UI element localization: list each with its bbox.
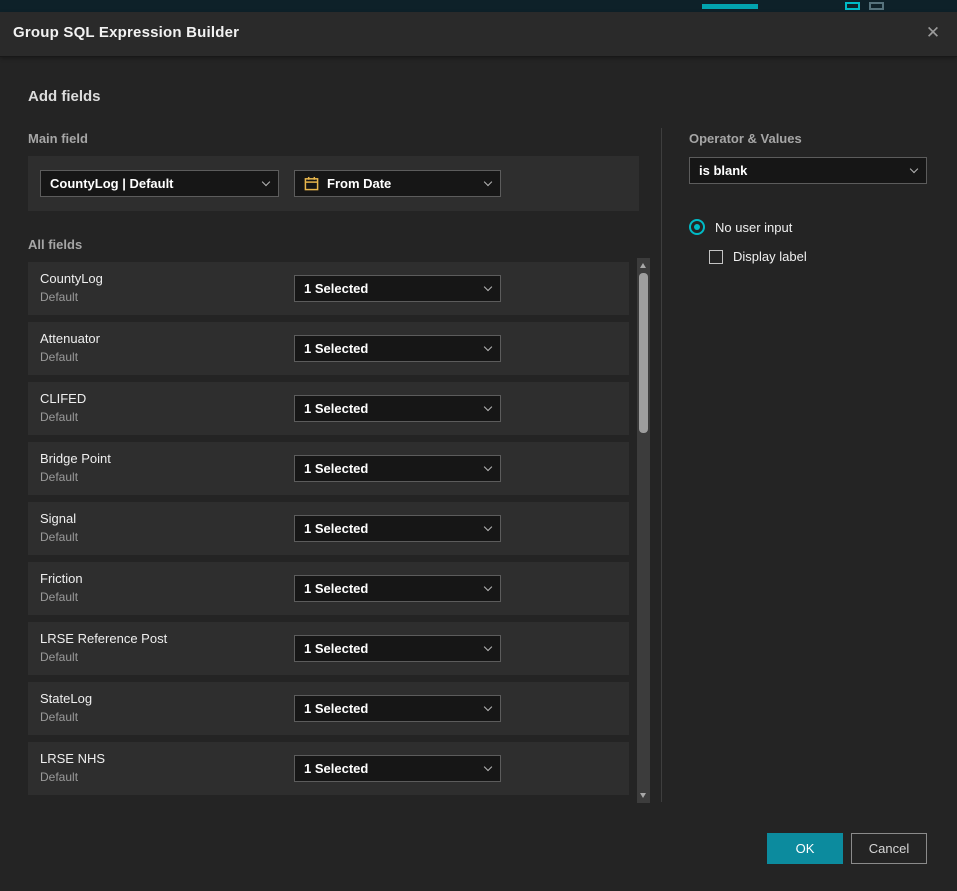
all-fields-heading: All fields <box>28 237 82 252</box>
chevron-down-icon <box>484 762 492 770</box>
field-selection-dropdown[interactable]: 1 Selected <box>294 635 501 662</box>
field-name: Friction <box>40 571 83 586</box>
chevron-down-icon <box>484 282 492 290</box>
field-variant: Default <box>40 770 78 784</box>
app-chrome-accent <box>702 4 758 9</box>
display-label-label: Display label <box>733 249 807 264</box>
chevron-down-icon <box>484 177 492 185</box>
field-name: Attenuator <box>40 331 100 346</box>
chevron-down-icon <box>910 164 918 172</box>
display-label-option[interactable]: Display label <box>709 249 807 264</box>
field-variant: Default <box>40 710 78 724</box>
field-row: CLIFED Default 1 Selected <box>28 382 629 435</box>
field-select-dropdown[interactable]: From Date <box>294 170 501 197</box>
field-variant: Default <box>40 650 78 664</box>
field-name: LRSE Reference Post <box>40 631 167 646</box>
field-selection-dropdown[interactable]: 1 Selected <box>294 695 501 722</box>
field-select-value: From Date <box>327 176 477 191</box>
field-variant: Default <box>40 350 78 364</box>
field-selection-dropdown[interactable]: 1 Selected <box>294 575 501 602</box>
list-scrollbar[interactable] <box>637 258 650 803</box>
field-selection-dropdown[interactable]: 1 Selected <box>294 755 501 782</box>
field-row: LRSE Reference Post Default 1 Selected <box>28 622 629 675</box>
main-field-heading: Main field <box>28 131 88 146</box>
field-name: Signal <box>40 511 76 526</box>
field-selection-dropdown[interactable]: 1 Selected <box>294 275 501 302</box>
panel-divider <box>661 128 662 802</box>
field-selection-value: 1 Selected <box>304 341 477 356</box>
chevron-down-icon <box>484 522 492 530</box>
no-user-input-label: No user input <box>715 220 792 235</box>
checkbox-unchecked-icon[interactable] <box>709 250 723 264</box>
field-name: LRSE NHS <box>40 751 105 766</box>
chevron-down-icon <box>484 642 492 650</box>
operator-select-dropdown[interactable]: is blank <box>689 157 927 184</box>
field-selection-dropdown[interactable]: 1 Selected <box>294 455 501 482</box>
field-selection-dropdown[interactable]: 1 Selected <box>294 395 501 422</box>
all-fields-list: CountyLog Default 1 Selected Attenuator … <box>28 262 629 802</box>
chevron-down-icon <box>484 462 492 470</box>
field-name: StateLog <box>40 691 92 706</box>
scroll-down-arrow-icon[interactable] <box>640 793 646 798</box>
calendar-icon <box>304 176 319 191</box>
field-variant: Default <box>40 290 78 304</box>
field-selection-value: 1 Selected <box>304 641 477 656</box>
add-fields-heading: Add fields <box>28 88 101 105</box>
no-user-input-option[interactable]: No user input <box>689 219 792 235</box>
field-selection-value: 1 Selected <box>304 521 477 536</box>
app-chrome-widget-icon <box>869 2 884 10</box>
field-name: CountyLog <box>40 271 103 286</box>
field-selection-dropdown[interactable]: 1 Selected <box>294 335 501 362</box>
field-selection-value: 1 Selected <box>304 701 477 716</box>
chevron-down-icon <box>262 177 270 185</box>
field-row: StateLog Default 1 Selected <box>28 682 629 735</box>
chevron-down-icon <box>484 702 492 710</box>
field-selection-dropdown[interactable]: 1 Selected <box>294 515 501 542</box>
scrollbar-thumb[interactable] <box>639 273 648 433</box>
field-selection-value: 1 Selected <box>304 581 477 596</box>
field-selection-value: 1 Selected <box>304 401 477 416</box>
field-row: CountyLog Default 1 Selected <box>28 262 629 315</box>
field-row: Attenuator Default 1 Selected <box>28 322 629 375</box>
chevron-down-icon <box>484 582 492 590</box>
dialog-title: Group SQL Expression Builder <box>13 24 239 41</box>
field-name: Bridge Point <box>40 451 111 466</box>
cancel-button[interactable]: Cancel <box>851 833 927 864</box>
dialog-header: Group SQL Expression Builder ✕ <box>0 12 957 56</box>
field-variant: Default <box>40 590 78 604</box>
field-variant: Default <box>40 470 78 484</box>
close-icon[interactable]: ✕ <box>922 22 944 44</box>
field-variant: Default <box>40 530 78 544</box>
field-variant: Default <box>40 410 78 424</box>
field-row: Friction Default 1 Selected <box>28 562 629 615</box>
field-name: CLIFED <box>40 391 86 406</box>
app-chrome-widget-icon <box>845 2 860 10</box>
chevron-down-icon <box>484 342 492 350</box>
ok-button[interactable]: OK <box>767 833 843 864</box>
chevron-down-icon <box>484 402 492 410</box>
field-selection-value: 1 Selected <box>304 461 477 476</box>
layer-select-dropdown[interactable]: CountyLog | Default <box>40 170 279 197</box>
field-selection-value: 1 Selected <box>304 281 477 296</box>
field-row: LRSE NHS Default 1 Selected <box>28 742 629 795</box>
field-row: Bridge Point Default 1 Selected <box>28 442 629 495</box>
scroll-up-arrow-icon[interactable] <box>640 263 646 268</box>
operator-select-value: is blank <box>699 163 903 178</box>
field-selection-value: 1 Selected <box>304 761 477 776</box>
field-row: Signal Default 1 Selected <box>28 502 629 555</box>
group-sql-expression-builder-dialog: Group SQL Expression Builder ✕ Add field… <box>0 0 957 891</box>
app-chrome-fragment <box>0 0 957 12</box>
operator-values-heading: Operator & Values <box>689 131 802 146</box>
radio-selected-icon[interactable] <box>689 219 705 235</box>
layer-select-value: CountyLog | Default <box>50 176 255 191</box>
main-field-panel: CountyLog | Default From Date <box>28 156 639 211</box>
